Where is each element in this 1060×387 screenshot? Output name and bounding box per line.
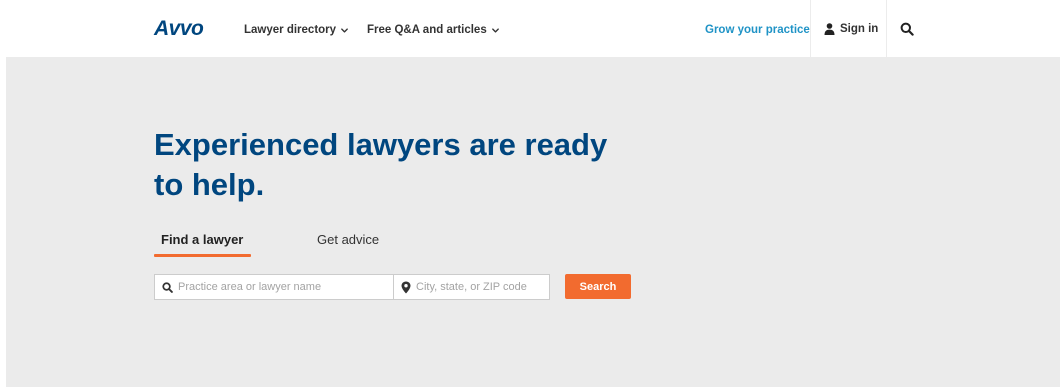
top-navigation-bar: Avvo Lawyer directory Free Q&A and artic… bbox=[0, 0, 1060, 57]
avvo-logo[interactable]: Avvo bbox=[154, 17, 204, 41]
hero-section bbox=[6, 57, 1060, 387]
sign-in-button[interactable]: Sign in bbox=[824, 22, 878, 36]
location-input[interactable] bbox=[411, 276, 549, 298]
user-icon bbox=[824, 23, 835, 35]
practice-area-field[interactable] bbox=[154, 274, 394, 300]
location-field[interactable] bbox=[393, 274, 550, 300]
nav-divider bbox=[810, 0, 811, 57]
hero-headline: Experienced lawyers are ready to help. bbox=[154, 127, 608, 202]
search-button[interactable]: Search bbox=[565, 274, 631, 299]
grow-your-practice-link[interactable]: Grow your practice bbox=[705, 23, 810, 37]
nav-free-qa-articles[interactable]: Free Q&A and articles bbox=[367, 23, 500, 37]
nav-free-qa-articles-label: Free Q&A and articles bbox=[367, 24, 487, 36]
tab-get-advice[interactable]: Get advice bbox=[317, 232, 379, 248]
nav-lawyer-directory-label: Lawyer directory bbox=[244, 24, 337, 36]
map-pin-icon bbox=[401, 281, 411, 293]
active-tab-indicator bbox=[154, 254, 251, 257]
practice-area-input[interactable] bbox=[173, 276, 393, 298]
nav-divider bbox=[886, 0, 887, 57]
nav-lawyer-directory[interactable]: Lawyer directory bbox=[244, 23, 349, 37]
chevron-down-icon bbox=[491, 27, 499, 33]
search-icon bbox=[162, 281, 173, 293]
search-icon[interactable] bbox=[900, 22, 914, 36]
chevron-down-icon bbox=[341, 27, 348, 33]
tab-find-a-lawyer[interactable]: Find a lawyer bbox=[161, 232, 243, 248]
sign-in-label: Sign in bbox=[840, 23, 879, 35]
